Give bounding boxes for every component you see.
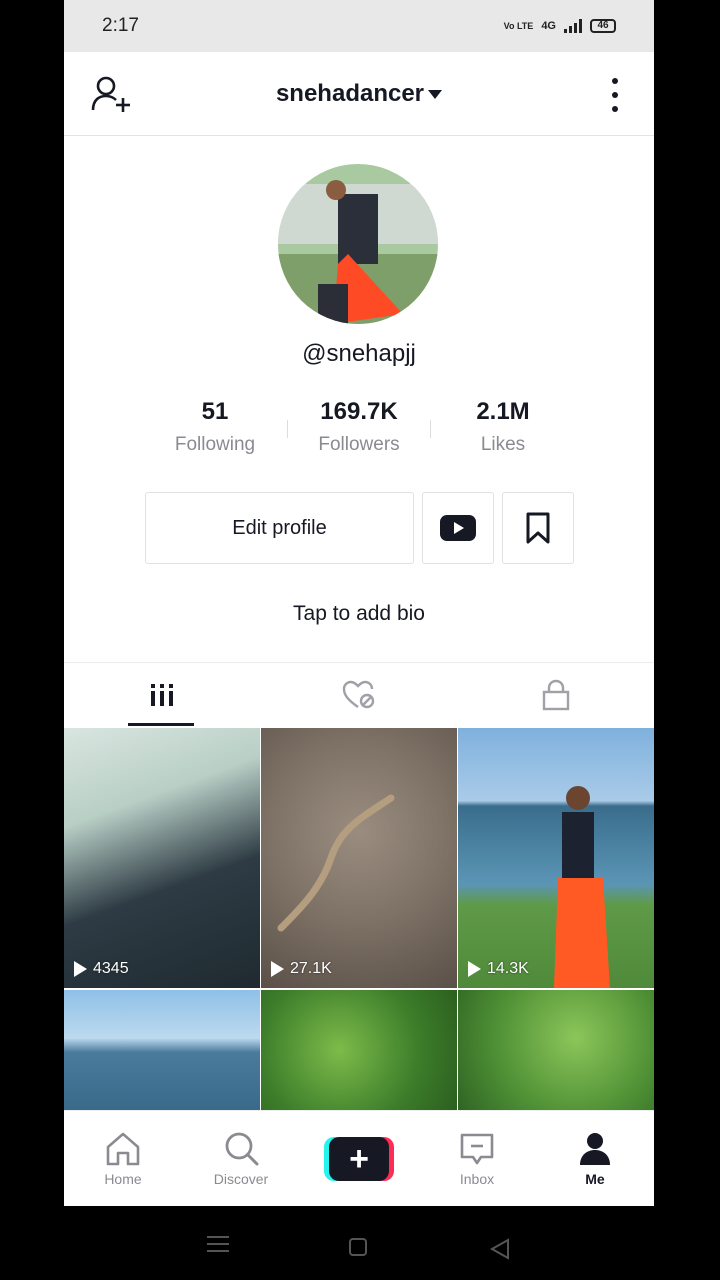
play-icon <box>468 961 481 977</box>
nav-discover[interactable]: Discover <box>182 1111 300 1206</box>
profile-handle: @snehapjj <box>302 340 416 367</box>
nav-label: Home <box>104 1170 142 1187</box>
more-vertical-icon[interactable] <box>610 78 620 112</box>
profile-actions: Edit profile <box>145 492 574 564</box>
volte-indicator: Vo LTE <box>503 21 534 31</box>
video-thumbnail[interactable] <box>64 990 260 1110</box>
status-bar: 2:17 Vo LTE 4G 46 <box>64 0 654 52</box>
stat-value: 169.7K <box>320 398 398 425</box>
chevron-down-icon <box>428 90 443 100</box>
recent-apps-icon[interactable] <box>207 1236 229 1252</box>
liked-videos-icon <box>342 680 375 708</box>
tab-liked[interactable] <box>261 663 458 726</box>
videos-grid-icon <box>151 683 174 706</box>
view-count-text: 27.1K <box>290 960 332 977</box>
profile-stats: 51 Following 169.7K Followers 2.1M Likes <box>64 398 654 456</box>
stat-followers[interactable]: 169.7K Followers <box>287 398 431 456</box>
stat-value: 51 <box>201 398 229 425</box>
video-thumbnail[interactable] <box>261 990 457 1110</box>
battery-level: 46 <box>597 20 609 31</box>
system-home-icon[interactable] <box>349 1238 367 1256</box>
play-icon <box>271 961 284 977</box>
nav-label: Inbox <box>459 1170 495 1187</box>
profile-icon <box>580 1132 610 1165</box>
edit-profile-button[interactable]: Edit profile <box>145 492 414 564</box>
view-count: 14.3K <box>468 960 529 978</box>
dancer-image <box>554 786 610 988</box>
app-window: 2:17 Vo LTE 4G 46 snehadancer @snehapjj … <box>64 0 654 1206</box>
snake-image <box>277 794 395 932</box>
nav-create[interactable]: + <box>300 1111 418 1206</box>
play-icon <box>74 961 87 977</box>
nav-label: Discover <box>213 1170 269 1187</box>
top-bar: snehadancer <box>64 52 654 136</box>
nav-me[interactable]: Me <box>536 1111 654 1206</box>
video-thumbnail[interactable]: 4345 <box>64 728 260 988</box>
avatar-image <box>278 164 438 324</box>
video-thumbnail[interactable] <box>458 990 654 1110</box>
stat-following[interactable]: 51 Following <box>143 398 287 456</box>
system-nav-bar <box>0 1206 720 1280</box>
view-count-text: 4345 <box>93 960 129 977</box>
nav-label: Me <box>585 1170 605 1187</box>
tab-videos[interactable] <box>64 663 261 726</box>
video-thumbnail[interactable]: 27.1K <box>261 728 457 988</box>
youtube-button[interactable] <box>422 492 494 564</box>
stat-label: Following <box>174 434 256 455</box>
username-switcher[interactable]: snehadancer <box>64 80 654 108</box>
username: snehadancer <box>275 80 425 107</box>
tab-private[interactable] <box>457 663 654 726</box>
back-icon[interactable] <box>488 1238 512 1260</box>
stat-label: Likes <box>480 434 526 455</box>
video-grid: 4345 27.1K 14.3K <box>64 728 654 1110</box>
avatar[interactable] <box>278 164 438 324</box>
home-icon <box>106 1132 140 1165</box>
view-count: 4345 <box>74 960 129 978</box>
video-thumbnail[interactable]: 14.3K <box>458 728 654 988</box>
profile-tabs <box>64 662 654 726</box>
stat-likes[interactable]: 2.1M Likes <box>431 398 575 456</box>
status-icons: Vo LTE 4G 46 <box>504 19 616 33</box>
create-icon: + <box>324 1136 394 1181</box>
view-count-text: 14.3K <box>487 960 529 977</box>
network-type: 4G <box>541 20 556 32</box>
stat-value: 2.1M <box>476 398 530 425</box>
youtube-icon <box>440 515 476 541</box>
inbox-icon <box>460 1133 494 1164</box>
bio-prompt[interactable]: Tap to add bio <box>64 602 654 626</box>
signal-icon <box>564 19 582 33</box>
stat-label: Followers <box>318 434 400 455</box>
favorites-button[interactable] <box>502 492 574 564</box>
view-count: 27.1K <box>271 960 332 978</box>
bookmark-icon <box>526 512 550 544</box>
bottom-nav: Home Discover + Inbox Me <box>64 1110 654 1206</box>
search-icon <box>225 1132 259 1165</box>
nav-home[interactable]: Home <box>64 1111 182 1206</box>
status-time: 2:17 <box>102 15 139 36</box>
battery-icon: 46 <box>590 19 616 33</box>
nav-inbox[interactable]: Inbox <box>418 1111 536 1206</box>
lock-icon <box>542 679 569 710</box>
